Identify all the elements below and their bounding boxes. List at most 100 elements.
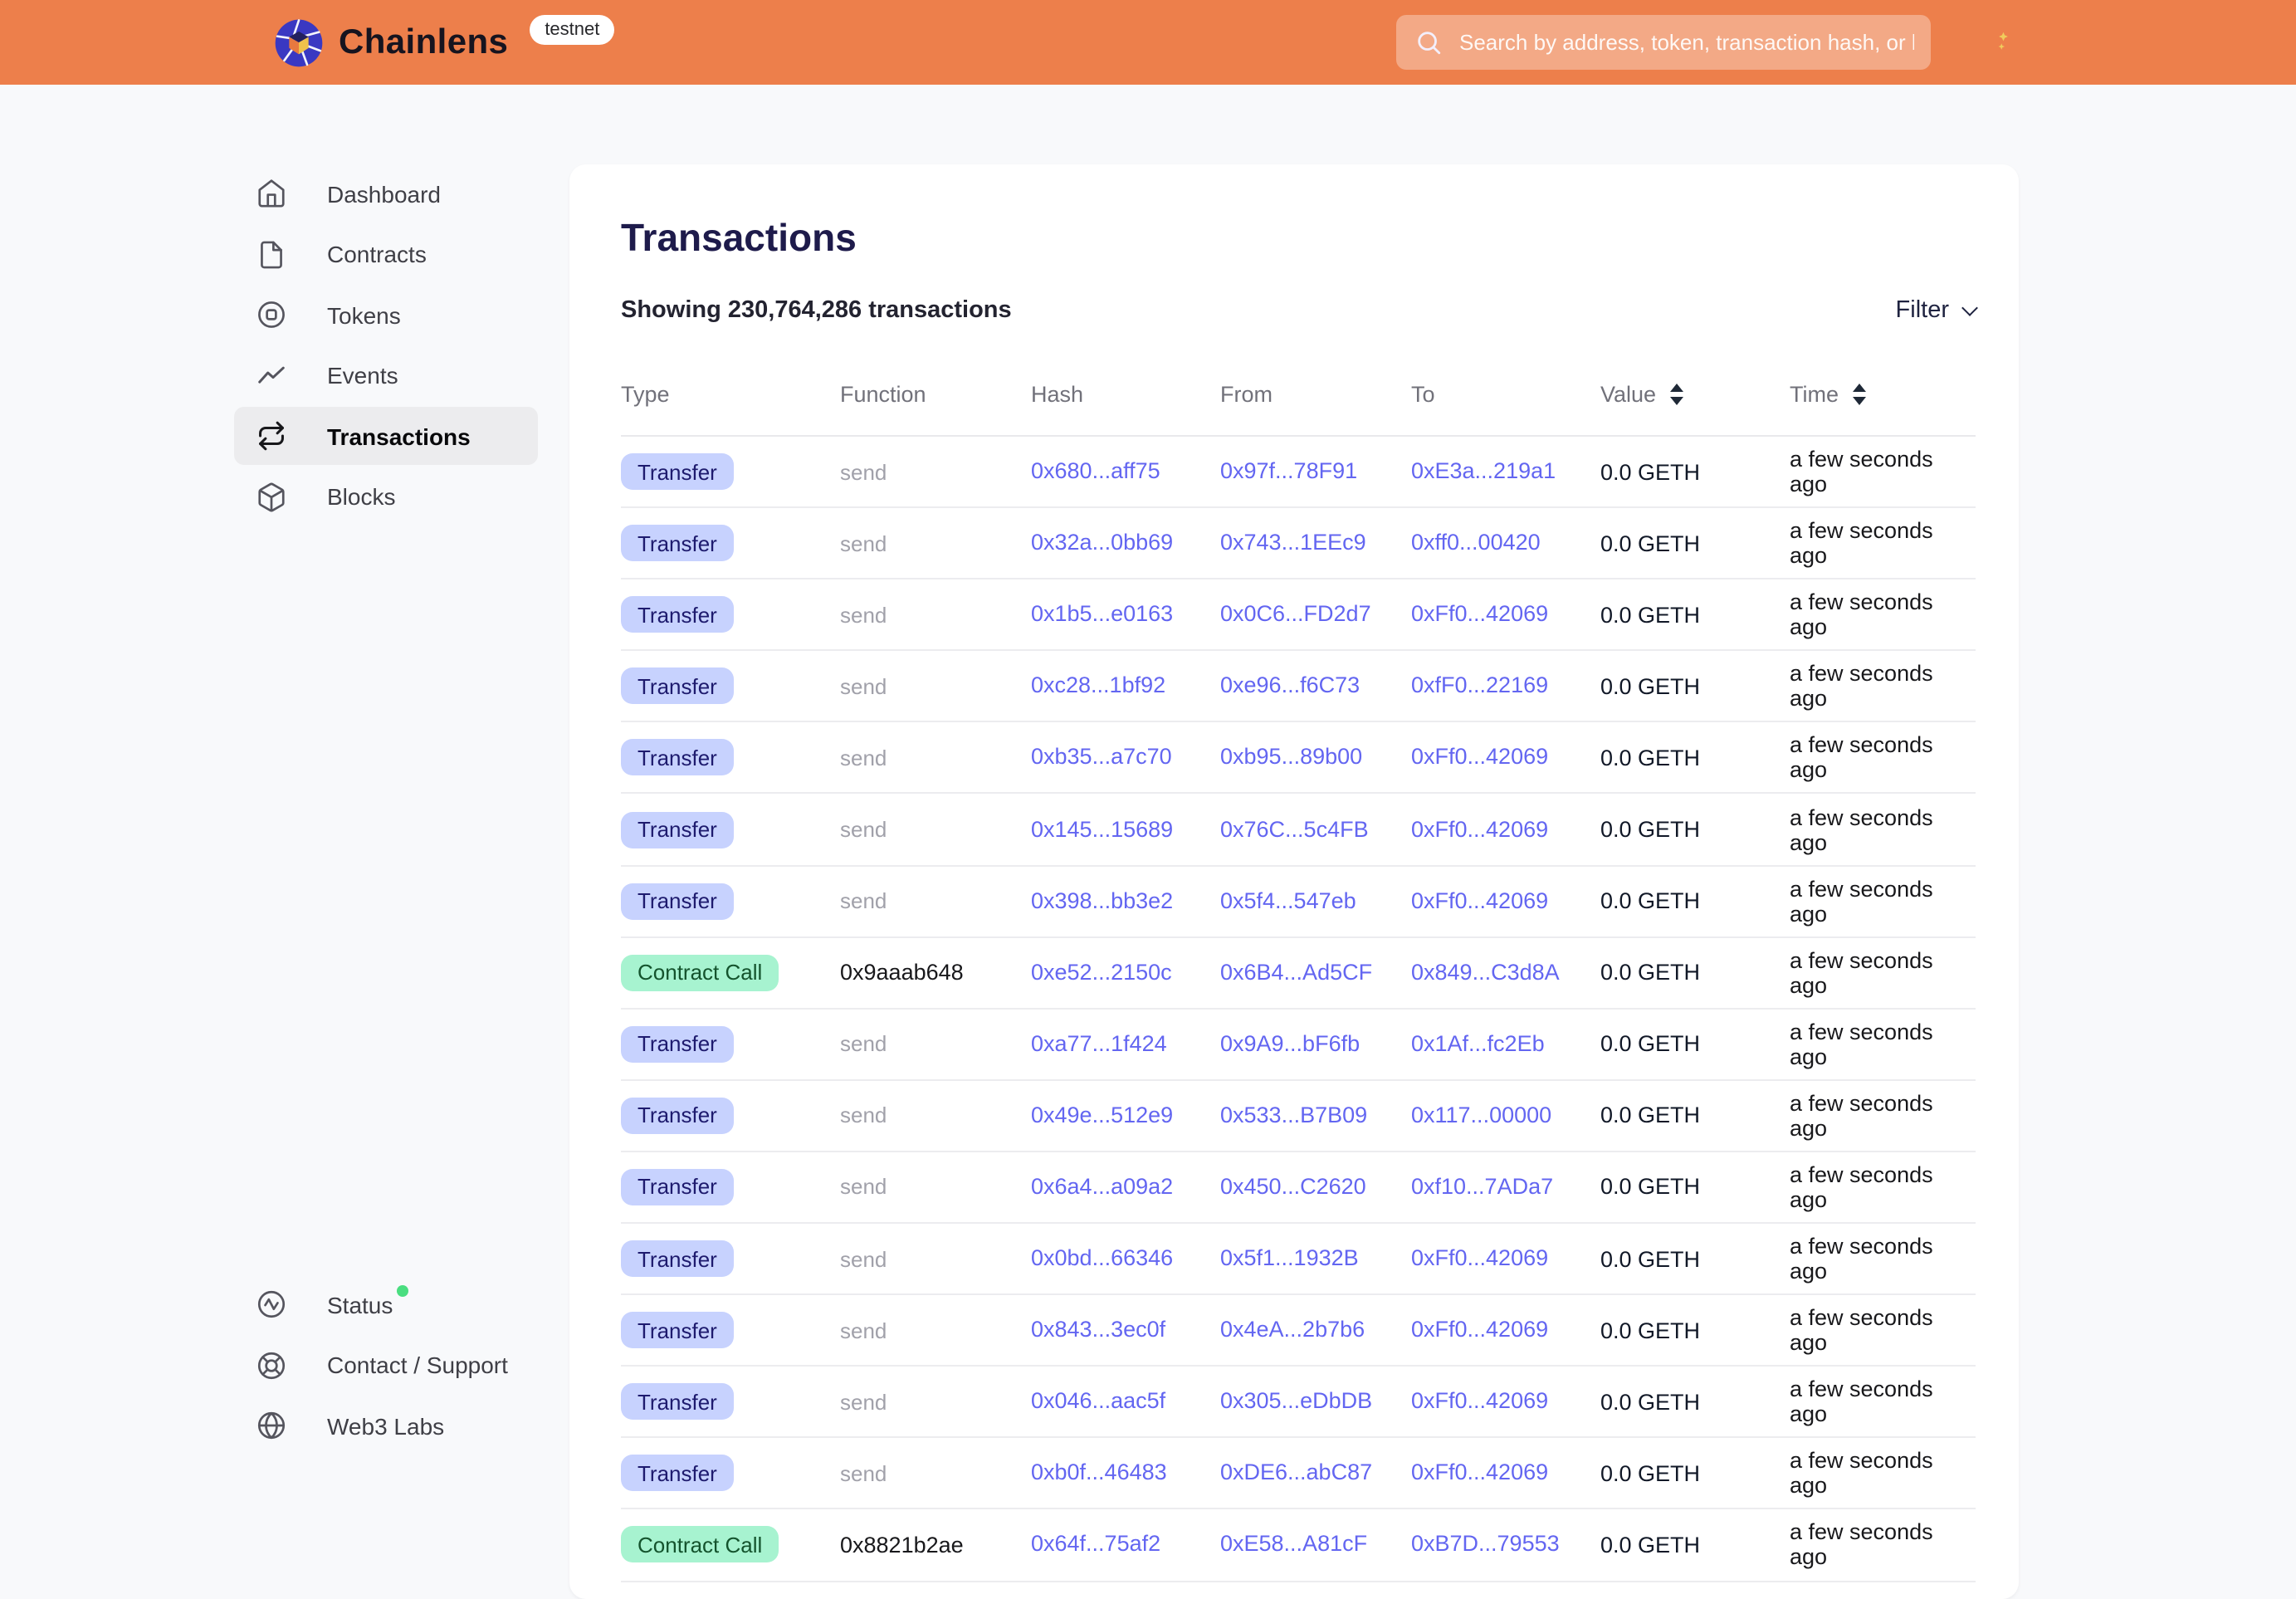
column-label: Value (1600, 382, 1656, 407)
value-cell: 0.0 GETH (1600, 746, 1790, 770)
to-address-link[interactable]: 0xfF0...22169 (1411, 673, 1548, 698)
hash-link[interactable]: 0xc28...1bf92 (1031, 673, 1165, 698)
globe-icon (254, 1409, 287, 1442)
hash-link[interactable]: 0x6a4...a09a2 (1031, 1174, 1173, 1199)
column-header-value[interactable]: Value (1600, 382, 1790, 407)
to-address-link[interactable]: 0x117...00000 (1411, 1103, 1551, 1127)
sidebar-item-label: Dashboard (327, 180, 441, 207)
to-address-link[interactable]: 0xFf0...42069 (1411, 816, 1548, 841)
hash-link[interactable]: 0x0bd...66346 (1031, 1245, 1173, 1270)
from-address-link[interactable]: 0xb95...89b00 (1220, 745, 1362, 770)
to-address-link[interactable]: 0xFf0...42069 (1411, 888, 1548, 912)
to-address-link[interactable]: 0xFf0...42069 (1411, 601, 1548, 626)
sidebar-item-tokens[interactable]: Tokens (234, 286, 538, 344)
testnet-badge: testnet (530, 14, 614, 44)
sidebar-item-events[interactable]: Events (234, 346, 538, 404)
type-badge: Transfer (621, 668, 734, 705)
hash-link[interactable]: 0x680...aff75 (1031, 458, 1160, 483)
to-address-link[interactable]: 0x849...C3d8A (1411, 959, 1560, 984)
hash-link[interactable]: 0xb35...a7c70 (1031, 745, 1172, 770)
from-address-link[interactable]: 0x6B4...Ad5CF (1220, 959, 1372, 984)
time-cell: a few seconds ago (1790, 662, 1976, 711)
from-address-link[interactable]: 0x5f1...1932B (1220, 1245, 1359, 1270)
from-address-link[interactable]: 0x450...C2620 (1220, 1174, 1366, 1199)
function-cell: send (840, 1175, 1031, 1200)
filter-button[interactable]: Filter (1896, 297, 1976, 324)
status-online-dot (396, 1285, 408, 1297)
hash-link[interactable]: 0x398...bb3e2 (1031, 888, 1173, 912)
sidebar-item-transactions[interactable]: Transactions (234, 407, 538, 465)
sort-icon[interactable] (1669, 384, 1683, 405)
sort-icon[interactable] (1852, 384, 1865, 405)
to-address-link[interactable]: 0xFf0...42069 (1411, 1245, 1548, 1270)
from-address-link[interactable]: 0x9A9...bF6fb (1220, 1031, 1360, 1056)
sidebar-item-contact-support[interactable]: Contact / Support (234, 1336, 538, 1394)
function-cell: send (840, 531, 1031, 555)
hash-link[interactable]: 0x1b5...e0163 (1031, 601, 1173, 626)
from-address-link[interactable]: 0x5f4...547eb (1220, 888, 1356, 912)
brand-link[interactable]: Chainlens testnet (274, 0, 614, 85)
type-badge: Transfer (621, 1384, 734, 1421)
sidebar-nav: Dashboard Contracts Tokens (234, 164, 538, 528)
transaction-row: Transfersend0xa77...1f4240x9A9...bF6fb0x… (621, 1010, 1976, 1081)
hash-link[interactable]: 0x145...15689 (1031, 816, 1173, 841)
sidebar-item-blocks[interactable]: Blocks (234, 467, 538, 526)
theme-toggle-button[interactable] (1974, 22, 2017, 65)
from-address-link[interactable]: 0x305...eDbDB (1220, 1389, 1372, 1414)
sidebar-item-label: Status (327, 1291, 393, 1318)
time-cell: a few seconds ago (1790, 1020, 1976, 1069)
hash-link[interactable]: 0x843...3ec0f (1031, 1317, 1165, 1342)
function-cell: send (840, 1461, 1031, 1486)
type-badge: Transfer (621, 811, 734, 848)
home-icon (254, 177, 287, 210)
hash-link[interactable]: 0x046...aac5f (1031, 1389, 1165, 1414)
to-address-link[interactable]: 0xFf0...42069 (1411, 745, 1548, 770)
from-address-link[interactable]: 0x76C...5c4FB (1220, 816, 1369, 841)
token-icon (254, 298, 287, 331)
from-address-link[interactable]: 0x0C6...FD2d7 (1220, 601, 1371, 626)
column-header-hash: Hash (1031, 382, 1220, 407)
sidebar-item-web3-labs[interactable]: Web3 Labs (234, 1396, 538, 1455)
sidebar-item-status[interactable]: Status (234, 1275, 538, 1333)
sidebar-item-contracts[interactable]: Contracts (234, 225, 538, 283)
sidebar-item-dashboard[interactable]: Dashboard (234, 164, 538, 222)
from-address-link[interactable]: 0xE58...A81cF (1220, 1532, 1367, 1557)
from-address-link[interactable]: 0x97f...78F91 (1220, 458, 1357, 483)
to-address-link[interactable]: 0xFf0...42069 (1411, 1317, 1548, 1342)
to-address-link[interactable]: 0x1Af...fc2Eb (1411, 1031, 1545, 1056)
activity-icon (254, 1288, 287, 1321)
cube-icon (254, 480, 287, 513)
from-address-link[interactable]: 0x743...1EEc9 (1220, 530, 1366, 555)
to-address-link[interactable]: 0xFf0...42069 (1411, 1389, 1548, 1414)
from-address-link[interactable]: 0x533...B7B09 (1220, 1103, 1367, 1127)
transaction-row: Contract Call0x9aaab6480xe52...2150c0x6B… (621, 937, 1976, 1009)
time-cell: a few seconds ago (1790, 1520, 1976, 1570)
to-address-link[interactable]: 0xB7D...79553 (1411, 1532, 1560, 1557)
time-cell: a few seconds ago (1790, 947, 1976, 997)
hash-link[interactable]: 0xa77...1f424 (1031, 1031, 1167, 1056)
sidebar-item-label: Tokens (327, 301, 401, 328)
to-address-link[interactable]: 0xf10...7ADa7 (1411, 1174, 1553, 1199)
transaction-row: Transfersend0xc28...1bf920xe96...f6C730x… (621, 652, 1976, 723)
function-cell: send (840, 602, 1031, 627)
value-cell: 0.0 GETH (1600, 674, 1790, 699)
value-cell: 0.0 GETH (1600, 888, 1790, 913)
column-label: Hash (1031, 382, 1083, 407)
hash-link[interactable]: 0xe52...2150c (1031, 959, 1172, 984)
column-header-time[interactable]: Time (1790, 382, 1976, 407)
hash-link[interactable]: 0xb0f...46483 (1031, 1460, 1167, 1485)
function-cell: send (840, 1318, 1031, 1342)
search-input[interactable] (1396, 15, 1931, 70)
from-address-link[interactable]: 0xe96...f6C73 (1220, 673, 1360, 698)
from-address-link[interactable]: 0xDE6...abC87 (1220, 1460, 1372, 1485)
transaction-row: Transfersend0x843...3ec0f0x4eA...2b7b60x… (621, 1295, 1976, 1367)
to-address-link[interactable]: 0xFf0...42069 (1411, 1460, 1548, 1485)
hash-link[interactable]: 0x64f...75af2 (1031, 1532, 1160, 1557)
hash-link[interactable]: 0x49e...512e9 (1031, 1103, 1173, 1127)
filter-label: Filter (1896, 297, 1949, 324)
from-address-link[interactable]: 0x4eA...2b7b6 (1220, 1317, 1365, 1342)
transaction-row: Transfersend0x6a4...a09a20x450...C26200x… (621, 1152, 1976, 1224)
to-address-link[interactable]: 0xff0...00420 (1411, 530, 1541, 555)
to-address-link[interactable]: 0xE3a...219a1 (1411, 458, 1556, 483)
hash-link[interactable]: 0x32a...0bb69 (1031, 530, 1173, 555)
